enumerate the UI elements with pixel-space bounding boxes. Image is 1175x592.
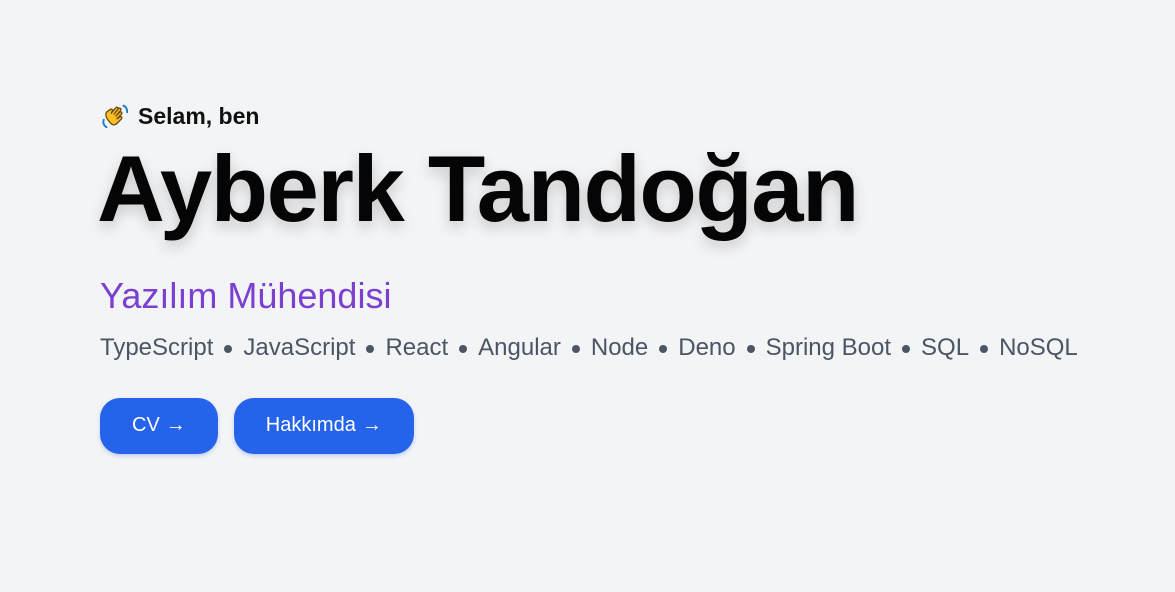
page-title: Ayberk Tandoğan — [97, 136, 859, 241]
skill-item: TypeScript — [100, 333, 214, 361]
about-button-label: Hakkımda — [265, 414, 356, 437]
skills-list: TypeScript JavaScript React Angular Node… — [100, 334, 1160, 362]
skill-item: NoSQL — [999, 333, 1078, 361]
separator-dot — [366, 344, 375, 353]
separator-dot — [224, 344, 233, 353]
separator-dot — [746, 344, 755, 353]
separator-dot — [902, 344, 911, 353]
skill-item: Deno — [678, 333, 736, 361]
skill-item: Node — [590, 333, 649, 361]
separator-dot — [659, 344, 668, 353]
skill-item: SQL — [921, 333, 970, 361]
skill-item: Spring Boot — [765, 333, 892, 361]
waving-hand-icon — [100, 101, 130, 131]
skill-item: React — [385, 333, 449, 361]
about-button[interactable]: Hakkımda → — [233, 397, 414, 454]
separator-dot — [571, 344, 580, 353]
greeting: Selam, ben — [100, 98, 1160, 134]
job-title: Yazılım Mühendisi — [100, 275, 392, 316]
cv-button[interactable]: CV → — [100, 397, 218, 454]
greeting-text: Selam, ben — [138, 102, 260, 129]
hero-section: Selam, ben Ayberk Tandoğan Yazılım Mühen… — [97, 98, 1160, 454]
skill-item: JavaScript — [243, 333, 356, 361]
arrow-right-icon: → — [361, 414, 382, 437]
separator-dot — [459, 344, 468, 353]
separator-dot — [980, 344, 989, 353]
action-buttons: CV → Hakkımda → — [100, 397, 1160, 454]
arrow-right-icon: → — [165, 414, 186, 437]
skill-item: Angular — [478, 333, 561, 361]
cv-button-label: CV — [132, 414, 160, 437]
